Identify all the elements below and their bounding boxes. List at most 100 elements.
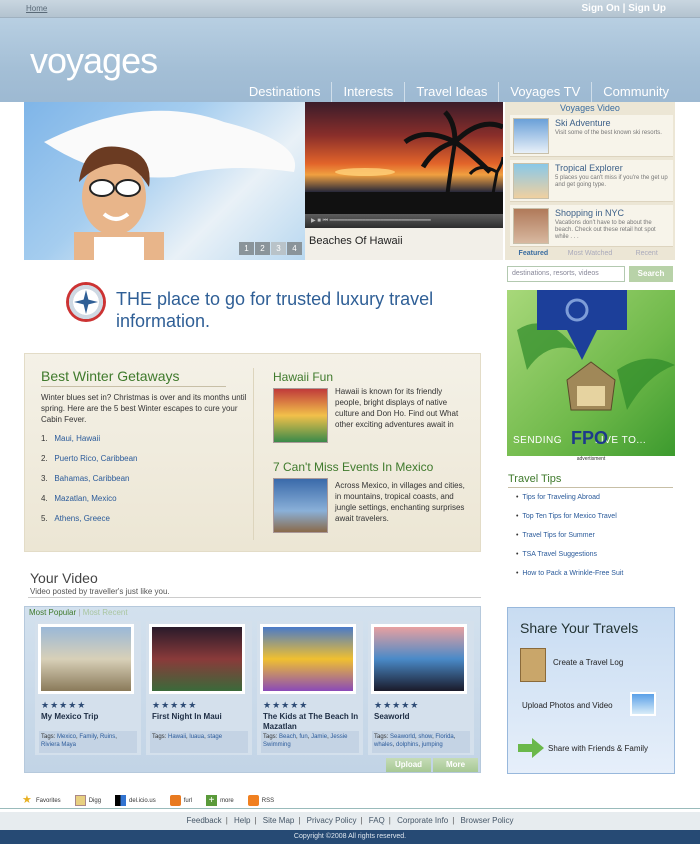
more-button[interactable]: More — [433, 758, 478, 772]
list-item: 4. Mazatlan, Mexico — [41, 494, 117, 503]
footer-feedback[interactable]: Feedback — [187, 816, 222, 825]
footer-corporate[interactable]: Corporate Info — [397, 816, 448, 825]
tip-link[interactable]: How to Pack a Wrinkle-Free Suit — [522, 570, 623, 577]
tag-link[interactable]: Florida — [435, 734, 453, 740]
video-tags: Tags: Seaworld, show, Florida, whales, d… — [372, 731, 470, 753]
search-input[interactable]: destinations, resorts, videos — [507, 266, 625, 282]
advertisement-banner[interactable]: SENDING LIVE TO... FPO — [507, 290, 675, 456]
divider — [508, 487, 673, 488]
video-card[interactable]: ★★★★★ Seaworld Tags: Seaworld, show, Flo… — [368, 621, 474, 755]
tag-link[interactable]: Seaworld — [390, 734, 415, 740]
tab-most-watched[interactable]: Most Watched — [562, 250, 619, 257]
tag-link[interactable]: Ruins — [100, 734, 115, 740]
tag-link[interactable]: luaua — [189, 734, 204, 740]
sign-on-link[interactable]: Sign On — [582, 3, 620, 14]
getaway-link[interactable]: Maui, Hawaii — [54, 434, 100, 443]
footer-faq[interactable]: FAQ — [369, 816, 385, 825]
tab-most-recent[interactable]: Most Recent — [83, 608, 128, 617]
tip-link[interactable]: TSA Travel Suggestions — [522, 551, 597, 558]
mexico-title[interactable]: 7 Can't Miss Events In Mexico — [273, 460, 433, 474]
travel-tips-title: Travel Tips — [508, 473, 562, 485]
nav-travel-ideas[interactable]: Travel Ideas — [404, 82, 498, 102]
slide-1[interactable]: 1 — [239, 242, 254, 255]
getaway-link[interactable]: Bahamas, Caribbean — [54, 474, 129, 483]
mexico-statues-image[interactable] — [273, 478, 328, 533]
favorites-link[interactable]: ★ Favorites — [22, 795, 61, 806]
tag-link[interactable]: whales — [374, 742, 393, 748]
video-item[interactable]: Ski Adventure Visit some of the best kno… — [510, 115, 673, 157]
arrow-icon — [518, 738, 544, 758]
tip-link[interactable]: Top Ten Tips for Mexico Travel — [522, 513, 616, 520]
footer-browser-policy[interactable]: Browser Policy — [461, 816, 514, 825]
search-button[interactable]: Search — [629, 266, 673, 282]
tag-link[interactable]: Family — [79, 734, 96, 740]
tropical-thumbnail — [513, 163, 549, 199]
getaway-link[interactable]: Mazatlan, Mexico — [54, 494, 116, 503]
tag-link[interactable]: jumping — [422, 742, 443, 748]
video-title: Tropical Explorer — [555, 163, 623, 173]
slide-4[interactable]: 4 — [287, 242, 302, 255]
tag-link[interactable]: show — [418, 734, 432, 740]
share-friends-link[interactable]: Share with Friends & Family — [548, 744, 648, 753]
video-item[interactable]: Tropical Explorer 5 places you can't mis… — [510, 160, 673, 202]
tag-link[interactable]: Riviera Maya — [41, 742, 76, 748]
digg-link[interactable]: Digg — [74, 795, 101, 806]
site-header: voyages Destinations Interests Travel Id… — [0, 18, 700, 102]
copyright: Copyright ©2008 All rights reserved. — [0, 830, 700, 844]
logo[interactable]: voyages — [30, 40, 158, 82]
rss-link[interactable]: RSS — [247, 795, 274, 806]
sunset-video[interactable] — [305, 102, 503, 214]
divider — [28, 597, 481, 598]
plus-icon: + — [206, 795, 218, 806]
video-player-controls[interactable]: ▶ ■ ⏮ ━━━━━━━━━━━━━━━━━━━━━━━━━━━━ — [305, 214, 503, 228]
delicious-link[interactable]: del.icio.us — [115, 795, 156, 806]
rss-icon — [247, 795, 259, 806]
tag-link[interactable]: stage — [207, 734, 222, 740]
slide-2[interactable]: 2 — [255, 242, 270, 255]
hero-image[interactable]: 1 2 3 4 — [24, 102, 305, 260]
tag-link[interactable]: dolphins — [396, 742, 418, 748]
tag-link[interactable]: Swimming — [263, 742, 291, 748]
getaway-link[interactable]: Puerto Rico, Caribbean — [54, 454, 137, 463]
upload-media-link[interactable]: Upload Photos and Video — [522, 701, 613, 710]
home-link[interactable]: Home — [26, 4, 47, 13]
video-item[interactable]: Shopping in NYC Vacations don't have to … — [510, 205, 673, 247]
tab-most-popular[interactable]: Most Popular — [29, 608, 76, 617]
footer-site-map[interactable]: Site Map — [263, 816, 295, 825]
video-desc: 5 places you can't miss if you're the ge… — [555, 175, 668, 188]
footer-privacy[interactable]: Privacy Policy — [307, 816, 357, 825]
video-card[interactable]: ★★★★★ The Kids at The Beach In Mazatlan … — [257, 621, 363, 755]
upload-button[interactable]: Upload — [386, 758, 431, 772]
create-log-link[interactable]: Create a Travel Log — [553, 658, 623, 667]
tag-link[interactable]: Hawaii — [168, 734, 186, 740]
rating-stars: ★★★★★ — [263, 700, 309, 710]
furl-link[interactable]: furl — [169, 795, 192, 806]
nav-destinations[interactable]: Destinations — [238, 82, 332, 102]
your-video-title: Your Video — [30, 570, 98, 586]
video-sort-tabs: Most Popular | Most Recent — [29, 608, 128, 617]
divider — [41, 386, 226, 387]
nav-interests[interactable]: Interests — [331, 82, 404, 102]
footer-help[interactable]: Help — [234, 816, 250, 825]
hawaii-dancers-image[interactable] — [273, 388, 328, 443]
featured-video: ▶ ■ ⏮ ━━━━━━━━━━━━━━━━━━━━━━━━━━━━ Beach… — [305, 102, 503, 260]
nav-voyages-tv[interactable]: Voyages TV — [498, 82, 591, 102]
features-box: Best Winter Getaways Winter blues set in… — [24, 353, 481, 552]
more-link[interactable]: + more — [206, 795, 234, 806]
tab-recent[interactable]: Recent — [618, 250, 675, 257]
tag-link[interactable]: Mexico — [57, 734, 76, 740]
sign-up-link[interactable]: Sign Up — [628, 3, 666, 14]
nav-community[interactable]: Community — [591, 82, 680, 102]
hawaii-title[interactable]: Hawaii Fun — [273, 370, 333, 384]
tip-link[interactable]: Travel Tips for Summer — [522, 532, 594, 539]
tag-link[interactable]: Jamie — [311, 734, 327, 740]
tag-link[interactable]: Beach — [279, 734, 296, 740]
tag-link[interactable]: fun — [299, 734, 307, 740]
tag-link[interactable]: Jessie — [330, 734, 347, 740]
tab-featured[interactable]: Featured — [505, 250, 562, 257]
video-card[interactable]: ★★★★★ First Night In Maui Tags: Hawaii, … — [146, 621, 252, 755]
getaway-link[interactable]: Athens, Greece — [54, 514, 110, 523]
tip-link[interactable]: Tips for Traveling Abroad — [522, 494, 600, 501]
slide-3[interactable]: 3 — [271, 242, 286, 255]
video-card[interactable]: ★★★★★ My Mexico Trip Tags: Mexico, Famil… — [35, 621, 141, 755]
